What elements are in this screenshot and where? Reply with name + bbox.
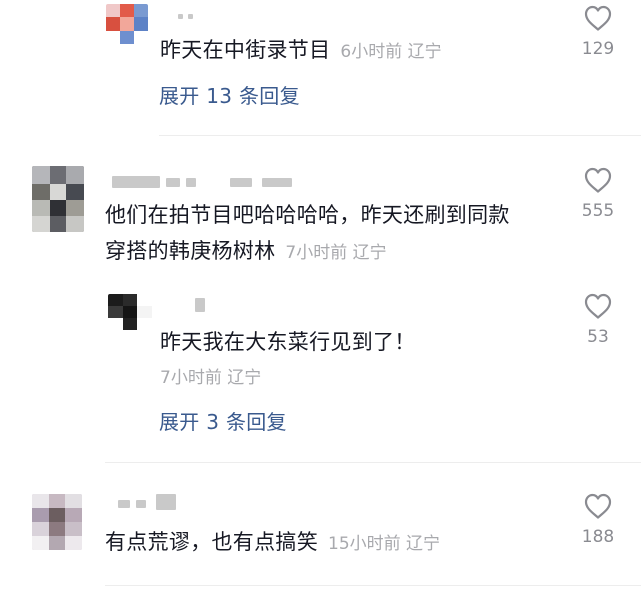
like-button[interactable]: 53 xyxy=(568,292,628,348)
comment-location: 辽宁 xyxy=(352,243,387,263)
like-count: 555 xyxy=(581,201,615,221)
username xyxy=(188,14,193,19)
comment-meta: 6小时前 辽宁 xyxy=(340,42,441,62)
username xyxy=(136,500,146,508)
heart-outline-icon xyxy=(584,5,612,31)
reply-time: 7小时前 xyxy=(160,368,222,388)
username[interactable] xyxy=(118,500,130,508)
heart-outline-icon xyxy=(584,493,612,519)
username[interactable] xyxy=(178,14,183,19)
comment-meta: 15小时前 辽宁 xyxy=(328,534,440,554)
heart-outline-icon xyxy=(584,293,612,319)
expand-replies-button[interactable]: 展开 3 条回复 xyxy=(159,408,287,436)
comment-text: 有点荒谬，也有点搞笑 15小时前 辽宁 xyxy=(105,526,440,560)
comment-meta: 7小时前 辽宁 xyxy=(285,243,386,263)
comment-text: 昨天在中街录节目 6小时前 辽宁 xyxy=(160,34,442,68)
username[interactable] xyxy=(112,176,160,188)
divider xyxy=(105,462,641,463)
heart-outline-icon xyxy=(584,167,612,193)
username xyxy=(230,178,252,187)
username xyxy=(166,178,180,187)
comment-text-line2: 穿搭的韩庚杨树林 7小时前 辽宁 xyxy=(105,235,387,269)
like-count: 188 xyxy=(581,527,615,547)
comment-body: 昨天在中街录节目 xyxy=(160,38,331,62)
divider xyxy=(105,585,641,586)
like-button[interactable]: 129 xyxy=(568,4,628,60)
comment-time: 6小时前 xyxy=(340,42,403,62)
avatar[interactable] xyxy=(32,166,84,232)
like-button[interactable]: 188 xyxy=(568,492,628,548)
username xyxy=(186,178,196,187)
comment-location: 辽宁 xyxy=(407,42,442,62)
reply-location: 辽宁 xyxy=(227,368,262,388)
comment-time: 7小时前 xyxy=(285,243,348,263)
comment-text: 他们在拍节目吧哈哈哈哈，昨天还刷到同款 xyxy=(105,203,510,227)
comment-body: 有点荒谬，也有点搞笑 xyxy=(105,530,318,554)
expand-replies-button[interactable]: 展开 13 条回复 xyxy=(159,82,300,110)
reply-meta: 7小时前 辽宁 xyxy=(160,366,261,390)
username xyxy=(156,494,176,510)
comment-body: 穿搭的韩庚杨树林 xyxy=(105,239,276,263)
avatar[interactable] xyxy=(106,4,148,44)
reply-text: 昨天我在大东菜行见到了！ xyxy=(160,330,416,354)
username[interactable] xyxy=(195,298,205,312)
avatar[interactable] xyxy=(32,494,82,550)
avatar[interactable] xyxy=(108,294,152,330)
comment-location: 辽宁 xyxy=(406,534,441,554)
comment-time: 15小时前 xyxy=(328,534,401,554)
username xyxy=(262,178,292,187)
like-count: 53 xyxy=(587,327,609,347)
like-count: 129 xyxy=(581,39,615,59)
like-button[interactable]: 555 xyxy=(568,166,628,222)
divider xyxy=(159,135,641,136)
